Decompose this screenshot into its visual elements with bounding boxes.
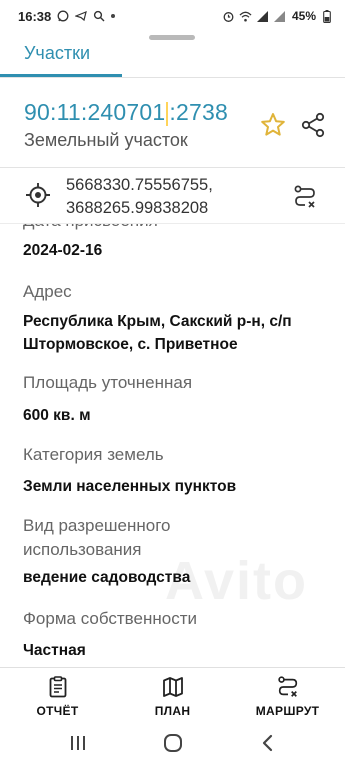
field-value-ownership: Частная (23, 642, 86, 659)
share-button[interactable] (299, 111, 327, 139)
back-icon (262, 734, 272, 752)
tab-uchastki[interactable]: Участки (24, 43, 90, 64)
route-button-top[interactable] (292, 184, 318, 210)
cadastral-number-part2: :2738 (169, 99, 228, 125)
status-bar: 16:38 45% (0, 0, 345, 32)
status-time: 16:38 (18, 8, 52, 24)
route-icon (277, 676, 297, 697)
telegram-icon (74, 10, 87, 23)
locate-button[interactable] (25, 182, 51, 208)
field-value-address-line2: Штормовское, с. Приветное (23, 336, 238, 353)
notification-dot-icon (111, 14, 116, 18)
nav-route[interactable]: МАРШРУТ (230, 668, 345, 719)
map-icon (162, 677, 183, 697)
back-button[interactable] (248, 723, 288, 763)
coordinate-y: 3688265.99838208 (66, 199, 209, 217)
nav-report[interactable]: ОТЧЁТ (0, 668, 115, 719)
signal-2-icon (273, 10, 286, 23)
coordinates-row: 5668330.75556755, 3688265.99838208 (0, 168, 345, 224)
star-icon (261, 113, 285, 136)
field-label-usage-line2: использования (23, 540, 142, 559)
route-icon (294, 185, 315, 208)
search-icon (92, 10, 105, 23)
home-button[interactable] (153, 723, 193, 763)
field-value-usage: ведение садоводства (23, 569, 191, 586)
field-value-address-line1: Республика Крым, Сакский р-н, с/п (23, 313, 292, 330)
cadastral-number-part1: 90:11:240701 (24, 99, 166, 125)
bottom-navigation: ОТЧЁТ ПЛАН МАРШРУТ (0, 667, 345, 719)
field-value-category: Земли населенных пунктов (23, 478, 237, 495)
field-label-usage-line1: Вид разрешенного (23, 516, 171, 535)
battery-icon (320, 9, 333, 23)
parcel-type: Земельный участок (24, 130, 188, 150)
nav-route-label: МАРШРУТ (255, 704, 320, 718)
field-value-area: 600 кв. м (23, 407, 91, 424)
crosshair-icon (26, 183, 50, 207)
nav-report-label: ОТЧЁТ (36, 704, 79, 718)
share-icon (301, 112, 325, 138)
nav-plan[interactable]: ПЛАН (115, 668, 230, 719)
coordinate-x: 5668330.75556755, (66, 176, 213, 194)
field-label-category: Категория земель (23, 445, 164, 464)
recent-apps-button[interactable] (58, 723, 98, 763)
field-label-address: Адрес (23, 282, 72, 301)
field-label-ownership: Форма собственности (23, 609, 197, 628)
details-list[interactable]: Avito Дата присвоения 2024-02-16 Адрес Р… (0, 205, 345, 667)
sheet-drag-handle[interactable] (149, 35, 195, 40)
tab-divider (0, 77, 345, 78)
whatsapp-icon (56, 10, 69, 23)
recent-apps-icon (70, 736, 85, 750)
system-navigation-bar (0, 719, 345, 767)
nav-plan-label: ПЛАН (154, 704, 191, 718)
alarm-icon (222, 10, 235, 23)
wifi-icon (239, 10, 252, 23)
field-label-area: Площадь уточненная (23, 373, 193, 392)
signal-icon (256, 10, 269, 23)
field-value-date: 2024-02-16 (23, 242, 103, 259)
home-icon (163, 734, 182, 752)
cadastral-number[interactable]: 90:11:240701:2738 (24, 99, 228, 126)
report-icon (49, 676, 66, 698)
battery-level: 45% (291, 9, 316, 23)
favorite-button[interactable] (259, 111, 287, 139)
